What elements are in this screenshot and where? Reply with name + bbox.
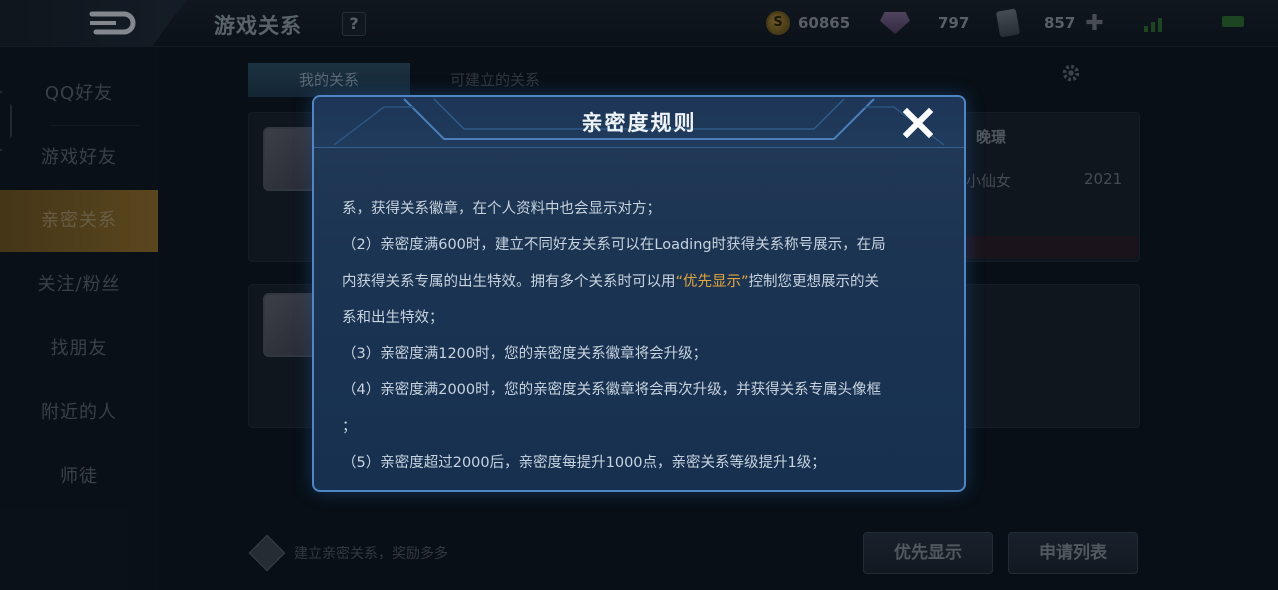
rule-line: 内获得关系专属的出生特效。拥有多个关系时可以用“优先显示”控制您更想展示的关 <box>342 264 948 300</box>
highlighted-keyword: “优先显示” <box>675 273 749 290</box>
rule-text: 控制您更想展示的关 <box>748 273 880 290</box>
dialog-title: 亲密度规则 <box>581 111 697 135</box>
rule-line: 系，获得关系徽章，在个人资料中也会显示对方； <box>342 201 661 217</box>
rule-line: 系和出生特效； <box>342 309 444 326</box>
intimacy-rules-dialog: 亲密度规则 系，获得关系徽章，在个人资料中也会显示对方； （2）亲密度满600时… <box>312 95 966 492</box>
rule-line: （4）亲密度满2000时，您的亲密度关系徽章将会再次升级，并获得关系专属头像框 <box>342 382 882 399</box>
dialog-header: 亲密度规则 <box>314 97 964 148</box>
close-icon[interactable] <box>900 105 936 141</box>
rule-line: （2）亲密度满600时，建立不同好友关系可以在Loading时获得关系称号展示，… <box>342 237 886 254</box>
rule-line: （3）亲密度满1200时，您的亲密度关系徽章将会升级； <box>342 346 708 363</box>
rule-line: ； <box>342 418 357 435</box>
rule-text: 内获得关系专属的出生特效。拥有多个关系时可以用 <box>342 273 676 290</box>
rule-line: （5）亲密度超过2000后，亲密度每提升1000点，亲密关系等级提升1级； <box>342 455 826 472</box>
rules-text: 系，获得关系徽章，在个人资料中也会显示对方； （2）亲密度满600时，建立不同好… <box>342 191 948 481</box>
